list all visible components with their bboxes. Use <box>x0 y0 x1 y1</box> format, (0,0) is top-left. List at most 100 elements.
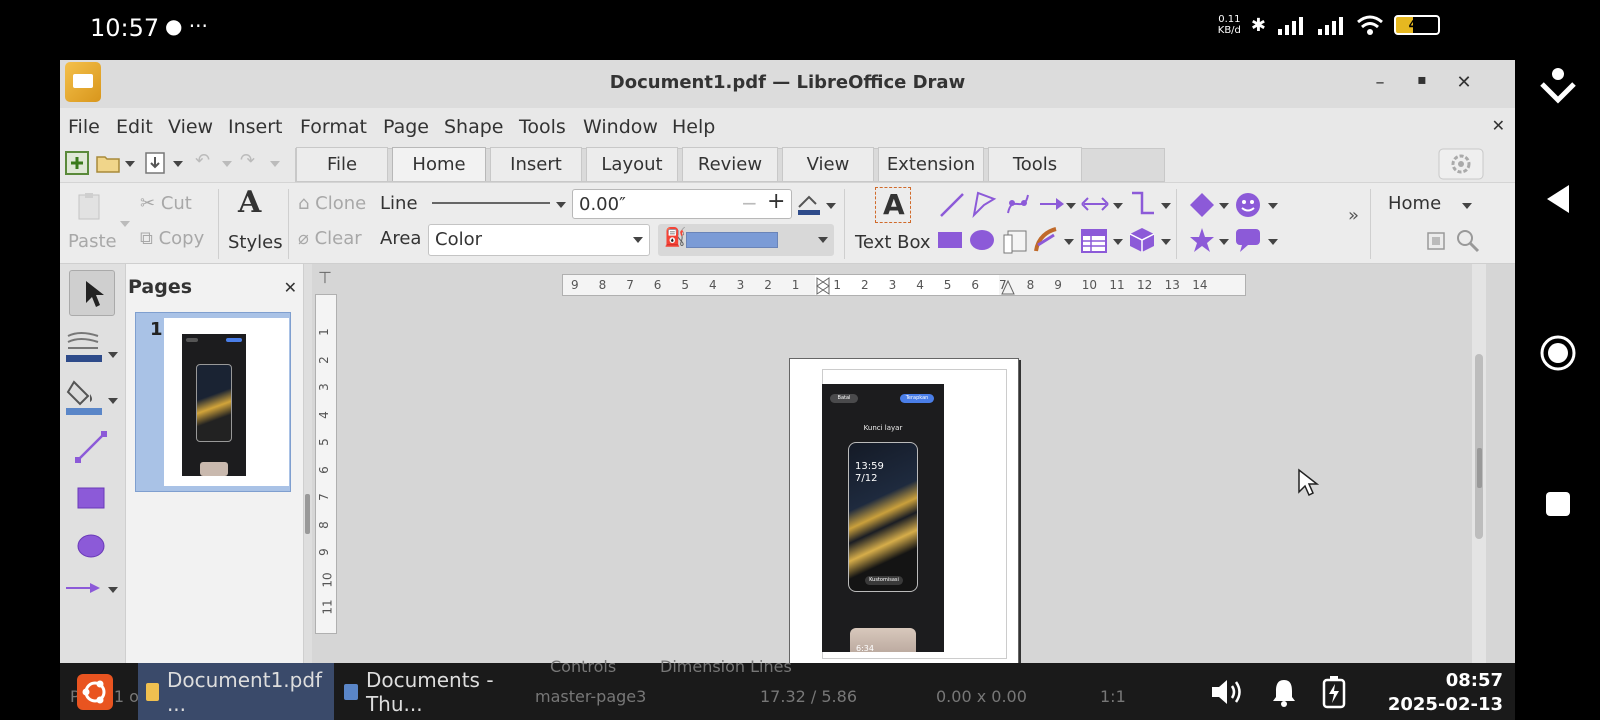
open-dropdown-icon[interactable] <box>125 161 135 167</box>
line-style-dropdown-icon[interactable] <box>108 352 118 358</box>
select-tool-button[interactable] <box>69 270 115 316</box>
more-options-icon[interactable]: » <box>1348 205 1359 226</box>
menu-shape[interactable]: Shape <box>444 116 504 138</box>
vertical-ruler[interactable]: 1 2 3 4 5 6 7 8 9 10 11 <box>315 294 337 634</box>
menu-edit[interactable]: Edit <box>116 116 153 138</box>
dimension-dropdown-icon[interactable] <box>1113 203 1123 209</box>
insert-image-icon[interactable] <box>1002 227 1030 255</box>
tab-file[interactable]: File <box>296 147 388 181</box>
undo-icon[interactable]: ↶ <box>195 150 210 171</box>
styles-icon[interactable]: A <box>238 185 261 220</box>
text-box-button[interactable]: Text Box <box>855 232 931 253</box>
maximize-icon[interactable]: ▪ <box>1410 72 1434 96</box>
clear-button[interactable]: ⌀ Clear <box>298 228 362 249</box>
ruler-origin-icon[interactable]: ⊤ <box>318 268 332 287</box>
document-page[interactable]: Batal Terapkan Kunci layar 13:59 7/12 Ku… <box>789 358 1019 680</box>
connector-dropdown-icon[interactable] <box>1161 203 1171 209</box>
vertical-scroll-thumb[interactable] <box>1475 354 1483 539</box>
bezier-tool-icon[interactable] <box>1004 189 1032 219</box>
line-style-dropdown[interactable] <box>430 190 570 218</box>
line-color-icon[interactable] <box>796 193 822 217</box>
fontwork-dropdown-icon[interactable] <box>1064 239 1074 245</box>
save-dropdown-icon[interactable] <box>173 161 183 167</box>
start-menu-button[interactable] <box>60 663 136 720</box>
3d-dropdown-icon[interactable] <box>1161 239 1171 245</box>
home-icon[interactable] <box>1537 332 1579 374</box>
rectangle-icon[interactable] <box>936 227 964 253</box>
increase-width-icon[interactable]: + <box>767 189 785 214</box>
new-document-icon[interactable] <box>64 150 90 176</box>
fill-color-icon[interactable] <box>64 376 104 416</box>
table-dropdown-icon[interactable] <box>1113 239 1123 245</box>
fontwork-icon[interactable] <box>1032 225 1060 255</box>
undo-dropdown-icon[interactable] <box>222 161 232 167</box>
tab-extension[interactable]: Extension <box>878 147 984 181</box>
text-box-icon[interactable]: A <box>875 187 911 223</box>
close-icon[interactable]: ✕ <box>1452 72 1476 96</box>
menu-insert[interactable]: Insert <box>228 116 283 138</box>
dimension-line-icon[interactable] <box>1080 191 1110 217</box>
panel-splitter[interactable] <box>304 264 312 720</box>
connector-icon[interactable] <box>1128 189 1158 219</box>
back-icon[interactable] <box>1537 178 1579 220</box>
phone-screenshot-image[interactable]: Batal Terapkan Kunci layar 13:59 7/12 Ku… <box>822 384 944 652</box>
open-folder-icon[interactable] <box>95 150 121 176</box>
gear-icon[interactable] <box>1438 148 1484 180</box>
page-thumbnail[interactable]: 1 <box>135 312 291 492</box>
smiley-icon[interactable] <box>1234 191 1262 219</box>
symbol-shapes-dropdown-icon[interactable] <box>1268 203 1278 209</box>
battery-charging-icon[interactable] <box>1322 675 1346 709</box>
task-document1[interactable]: Document1.pdf ... <box>138 663 334 720</box>
menu-help[interactable]: Help <box>672 116 715 138</box>
line-width-field[interactable]: 0.00″ − + <box>572 189 792 219</box>
polygon-tool-icon[interactable] <box>970 189 998 219</box>
close-document-icon[interactable]: ✕ <box>1492 116 1505 135</box>
arrow-dropdown-icon[interactable] <box>1066 203 1076 209</box>
3d-objects-icon[interactable] <box>1128 226 1156 254</box>
dimension-lines-tab[interactable]: Dimension Lines <box>660 657 792 676</box>
drawing-canvas[interactable]: ⊤ 9 8 7 6 5 4 3 2 1 1 2 3 4 5 6 7 8 9 10 11 12 13 14 123456789… <box>312 264 1515 720</box>
taskbar-clock[interactable]: 08:57 2025-02-13 <box>1388 669 1503 717</box>
tab-view[interactable]: View <box>782 147 874 181</box>
volume-icon[interactable] <box>1210 678 1246 706</box>
menu-page[interactable]: Page <box>383 116 429 138</box>
arrow-line-icon[interactable] <box>1038 191 1068 217</box>
menu-format[interactable]: Format <box>300 116 367 138</box>
fill-color-dropdown-icon[interactable] <box>108 398 118 404</box>
tab-review[interactable]: Review <box>682 147 778 181</box>
menu-file[interactable]: File <box>68 116 100 138</box>
line-style-icon[interactable] <box>64 330 104 364</box>
basic-shapes-icon[interactable] <box>1188 191 1216 219</box>
redo-icon[interactable]: ↷ <box>240 150 255 171</box>
star-icon[interactable] <box>1188 226 1216 254</box>
tab-layout[interactable]: Layout <box>586 147 678 181</box>
task-documents-folder[interactable]: Documents - Thu... <box>336 663 532 720</box>
menu-view[interactable]: View <box>168 116 213 138</box>
area-style-dropdown[interactable]: Color <box>428 224 650 256</box>
close-pages-panel-icon[interactable]: ✕ <box>284 278 297 297</box>
decrease-width-icon[interactable]: − <box>741 191 758 215</box>
redo-dropdown-icon[interactable] <box>270 161 280 167</box>
tab-insert[interactable]: Insert <box>490 147 582 181</box>
callout-icon[interactable] <box>1234 226 1262 254</box>
controls-tab[interactable]: Controls <box>550 657 616 676</box>
assistant-icon[interactable] <box>1537 65 1579 107</box>
fill-color-dropdown[interactable]: ⛽ <box>658 224 834 256</box>
minimize-icon[interactable]: – <box>1368 72 1392 96</box>
recents-icon[interactable] <box>1537 483 1579 525</box>
callouts-dropdown-icon[interactable] <box>1268 239 1278 245</box>
menu-tools[interactable]: Tools <box>519 116 566 138</box>
home-dropdown-icon[interactable] <box>1462 203 1472 209</box>
basic-shapes-dropdown-icon[interactable] <box>1219 203 1229 209</box>
fit-page-icon[interactable] <box>1426 231 1446 251</box>
rectangle-tool-icon[interactable] <box>76 486 106 510</box>
zoom-icon[interactable] <box>1456 229 1480 253</box>
arrow-tool-icon[interactable] <box>64 580 104 596</box>
stars-dropdown-icon[interactable] <box>1219 239 1229 245</box>
cut-button[interactable]: ✂ Cut <box>140 193 192 214</box>
horizontal-ruler[interactable]: 9 8 7 6 5 4 3 2 1 1 2 3 4 5 6 7 8 9 10 11 12 13 14 <box>562 274 1246 296</box>
line-tool-icon[interactable] <box>938 191 966 219</box>
line-color-dropdown-icon[interactable] <box>826 203 836 209</box>
left-indent-marker-icon[interactable] <box>816 277 830 295</box>
paste-icon[interactable] <box>74 191 106 221</box>
